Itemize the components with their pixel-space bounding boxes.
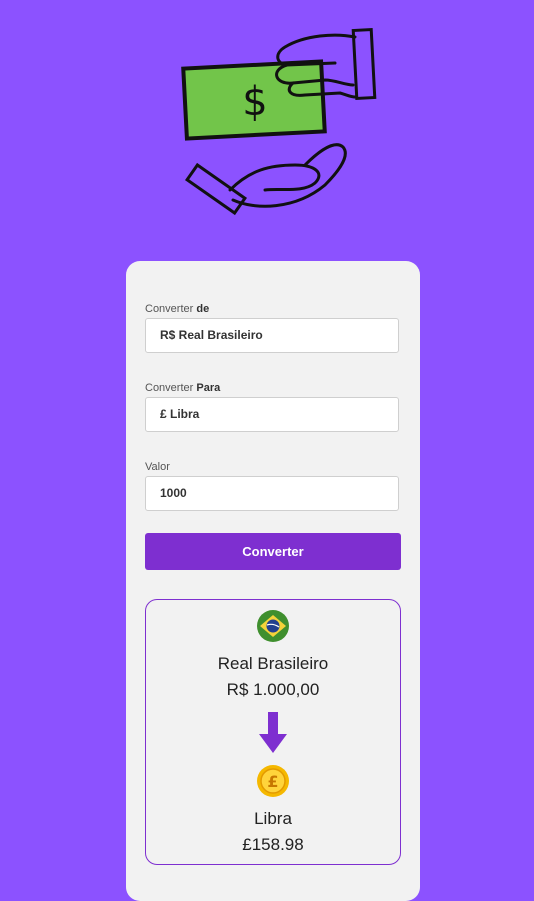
to-currency-name: Libra [254,809,292,828]
convert-button[interactable]: Converter [145,533,401,570]
money-exchange-hands-icon: $ [175,25,385,247]
to-label-bold: Para [196,382,221,394]
brazil-flag-icon [256,609,290,648]
from-currency-select[interactable]: R$ Real Brasileiro [145,318,399,353]
to-currency-select[interactable]: £ Libra [145,397,399,432]
from-currency-name: Real Brasileiro [217,654,329,673]
from-label-prefix: Converter [145,303,197,315]
converter-card: Converter de R$ Real Brasileiro Converte… [126,261,420,901]
to-amount: £158.98 [242,835,304,854]
svg-text:£: £ [267,772,278,791]
result-box: Real Brasileiro R$ 1.000,00 £ Libra £158… [145,599,401,865]
from-label: Converter de [145,303,209,315]
amount-label: Valor [145,461,170,473]
arrow-down-icon [258,712,288,759]
svg-text:$: $ [242,79,267,125]
from-amount: R$ 1.000,00 [226,680,320,699]
to-currency-value: £ Libra [160,407,200,421]
pound-coin-icon: £ [256,764,290,803]
amount-value: 1000 [160,486,187,500]
to-label-prefix: Converter [145,382,197,394]
from-currency-value: R$ Real Brasileiro [160,328,263,342]
from-label-bold: de [196,303,210,315]
amount-input[interactable]: 1000 [145,476,399,511]
to-label: Converter Para [145,382,220,394]
